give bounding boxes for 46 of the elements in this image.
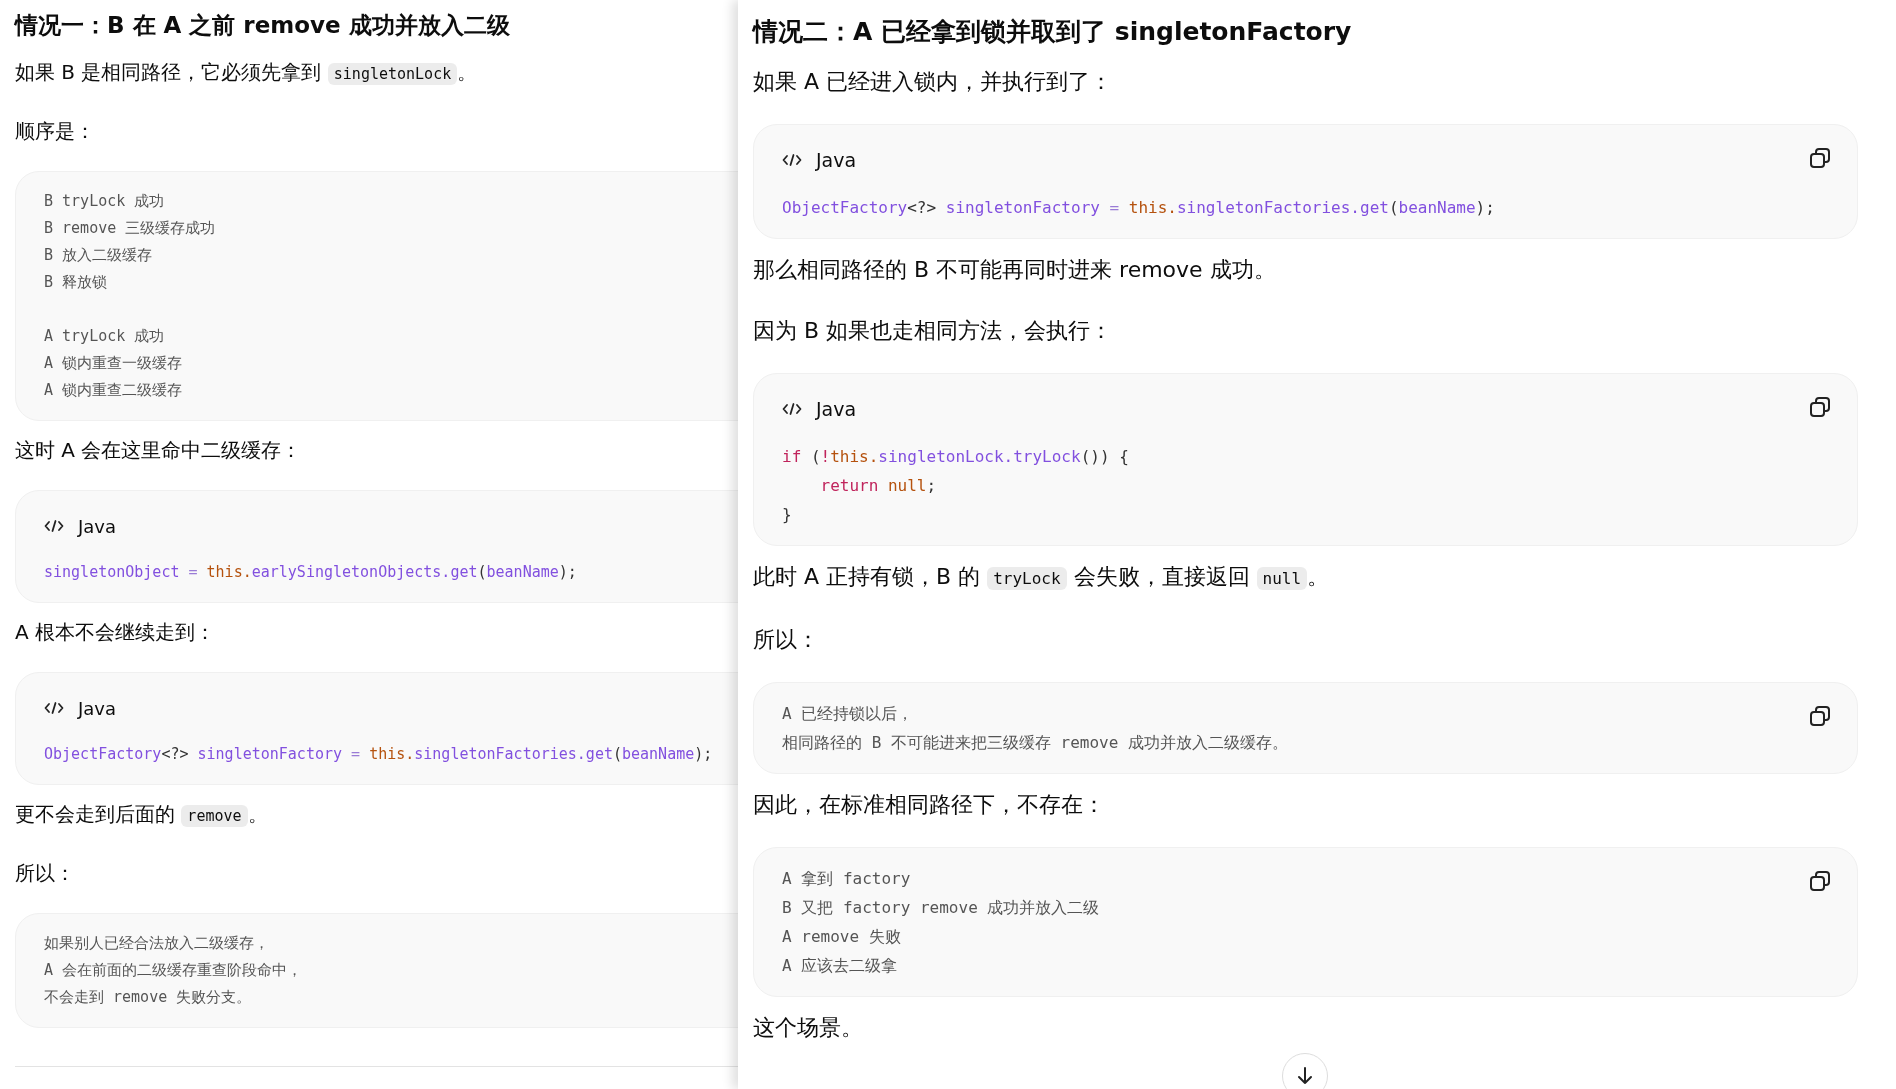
paragraph: 所以： xyxy=(15,860,76,887)
code-line: A 应该去二级拿 xyxy=(782,955,898,977)
scroll-down-button[interactable] xyxy=(1282,1053,1328,1089)
language-label: Java xyxy=(816,149,857,171)
code-line: 相同路径的 B 不可能进来把三级缓存 remove 成功并放入二级缓存。 xyxy=(782,732,1288,754)
code-icon xyxy=(44,519,64,533)
code-line: A 会在前面的二级缓存重查阶段命中， xyxy=(44,960,303,981)
code-line: A 锁内重查二级缓存 xyxy=(44,380,183,401)
code-line: A 拿到 factory xyxy=(782,868,911,890)
code-line: B remove 三级缓存成功 xyxy=(44,218,216,239)
language-label: Java xyxy=(816,398,857,420)
paragraph: 更不会走到后面的 remove 。 xyxy=(15,801,269,829)
code-line: B 释放锁 xyxy=(44,272,108,293)
code-line: singletonObject = this.earlySingletonObjects.get(beanName); xyxy=(44,562,577,583)
paragraph: 因为 B 如果也走相同方法，会执行： xyxy=(753,317,1114,345)
paragraph: 因此，在标准相同路径下，不存在： xyxy=(753,791,1106,819)
code-line: ObjectFactory<?> singletonFactory = this.singletonFactories.get(beanName); xyxy=(782,197,1495,219)
section-heading: 情况二：A 已经拿到锁并取到了 singletonFactory xyxy=(753,16,1353,48)
code-icon xyxy=(782,153,802,167)
code-line: A tryLock 成功 xyxy=(44,326,165,347)
code-line: ObjectFactory<?> singletonFactory = this.singletonFactories.get(beanName); xyxy=(44,744,713,765)
code-line: } xyxy=(782,504,792,526)
paragraph: 如果 B 是相同路径，它必须先拿到 singletonLock 。 xyxy=(15,59,479,87)
language-label: Java xyxy=(78,515,117,537)
code-line: B 又把 factory remove 成功并放入二级 xyxy=(782,897,1100,919)
code-line: if (!this.singletonLock.tryLock()) { xyxy=(782,446,1129,468)
section-heading: 情况一：B 在 A 之前 remove 成功并放入二级 xyxy=(15,11,511,40)
paragraph: 如果 A 已经进入锁内，并执行到了： xyxy=(753,68,1114,96)
code-line: B tryLock 成功 xyxy=(44,191,165,212)
code-line: A remove 失败 xyxy=(782,926,901,948)
code-line: B 放入二级缓存 xyxy=(44,245,153,266)
code-line: return null; xyxy=(819,475,937,497)
code-icon xyxy=(44,701,64,715)
language-label: Java xyxy=(78,697,117,719)
paragraph: 这时 A 会在这里命中二级缓存： xyxy=(15,437,303,464)
code-line: 如果别人已经合法放入二级缓存， xyxy=(44,933,269,954)
code-icon xyxy=(782,402,802,416)
code-line: A 锁内重查一级缓存 xyxy=(44,353,183,374)
paragraph: 此时 A 正持有锁，B 的 tryLock 会失败，直接返回 null 。 xyxy=(753,563,1331,592)
paragraph: 这个场景。 xyxy=(753,1014,864,1042)
paragraph: 那么相同路径的 B 不可能再同时进来 remove 成功。 xyxy=(753,256,1277,284)
paragraph: 顺序是： xyxy=(15,118,96,145)
paragraph: A 根本不会继续走到： xyxy=(15,619,217,646)
code-line: A 已经持锁以后， xyxy=(782,703,914,725)
paragraph: 所以： xyxy=(753,626,820,654)
code-line: 不会走到 remove 失败分支。 xyxy=(44,987,252,1008)
